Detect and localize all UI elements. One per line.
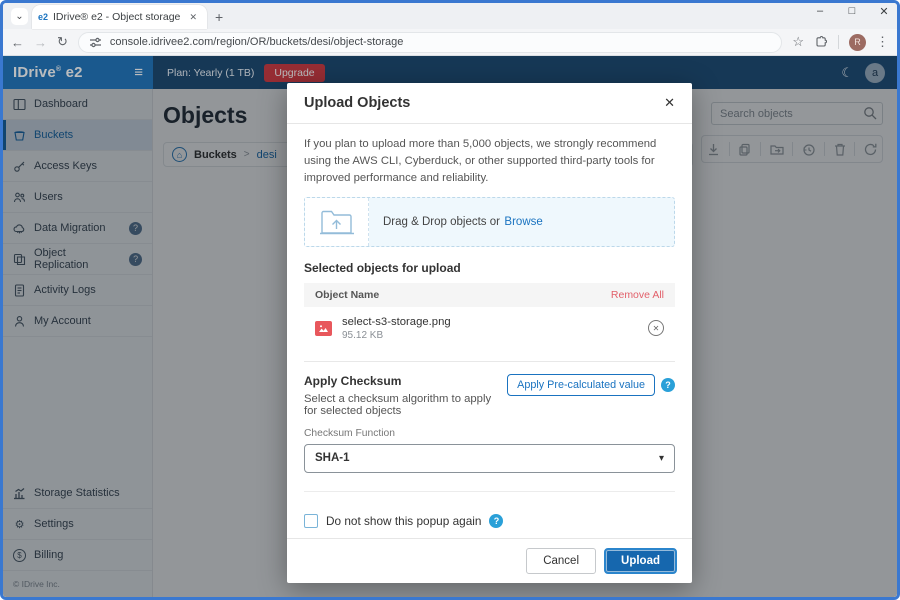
dropzone-text: Drag & Drop objects or bbox=[383, 216, 500, 228]
selected-objects-heading: Selected objects for upload bbox=[304, 261, 675, 275]
dont-show-checkbox[interactable] bbox=[304, 514, 318, 528]
reload-button[interactable]: ↻ bbox=[57, 34, 68, 50]
dropzone-icon-box bbox=[305, 198, 369, 246]
address-bar[interactable]: console.idrivee2.com/region/OR/buckets/d… bbox=[78, 32, 782, 53]
site-settings-icon[interactable] bbox=[89, 36, 102, 49]
upload-button[interactable]: Upload bbox=[604, 548, 677, 574]
caret-down-icon: ▾ bbox=[659, 453, 664, 464]
checksum-function-label: Checksum Function bbox=[304, 428, 675, 439]
divider bbox=[304, 491, 675, 492]
file-table-header: Object Name Remove All bbox=[304, 283, 675, 307]
cancel-button[interactable]: Cancel bbox=[526, 548, 596, 574]
bookmark-star-icon[interactable]: ☆ bbox=[792, 34, 804, 50]
forward-button[interactable]: → bbox=[34, 35, 47, 50]
remove-all-link[interactable]: Remove All bbox=[611, 289, 664, 301]
extensions-icon[interactable] bbox=[814, 35, 828, 49]
divider bbox=[304, 361, 675, 362]
modal-footer: Cancel Upload bbox=[287, 538, 692, 583]
minimize-button[interactable]: – bbox=[813, 5, 827, 18]
back-button[interactable]: ← bbox=[11, 35, 24, 50]
dropzone[interactable]: Drag & Drop objects or Browse bbox=[304, 197, 675, 247]
tab-search-button[interactable]: ⌄ bbox=[11, 8, 28, 25]
apply-checksum-heading: Apply Checksum bbox=[304, 374, 507, 388]
window-controls: – □ ✕ bbox=[813, 5, 891, 18]
url-text: console.idrivee2.com/region/OR/buckets/d… bbox=[110, 36, 403, 48]
checksum-section: Apply Checksum Select a checksum algorit… bbox=[304, 374, 675, 417]
folder-upload-icon bbox=[319, 207, 355, 237]
browser-tab[interactable]: e2 IDrive® e2 - Object storage ✕ bbox=[32, 5, 207, 29]
selected-checksum-value: SHA-1 bbox=[315, 452, 350, 464]
dont-show-label: Do not show this popup again bbox=[326, 514, 481, 528]
tab-title: IDrive® e2 - Object storage bbox=[53, 11, 180, 23]
modal-body: If you plan to upload more than 5,000 ob… bbox=[287, 124, 692, 538]
browse-link[interactable]: Browse bbox=[504, 216, 542, 228]
modal-header: Upload Objects ✕ bbox=[287, 83, 692, 124]
image-file-icon bbox=[315, 321, 332, 336]
file-size: 95.12 KB bbox=[342, 330, 648, 341]
apply-pre-calculated-button[interactable]: Apply Pre-calculated value bbox=[507, 374, 655, 396]
idrive-console: IDrive® e2 ≡ Plan: Yearly (1 TB) Upgrade… bbox=[3, 56, 897, 597]
close-icon[interactable]: ✕ bbox=[664, 95, 675, 111]
browser-toolbar: ← → ↻ console.idrivee2.com/region/OR/buc… bbox=[3, 29, 897, 56]
new-tab-button[interactable]: + bbox=[215, 9, 223, 25]
file-meta: select-s3-storage.png 95.12 KB bbox=[342, 316, 648, 341]
maximize-button[interactable]: □ bbox=[845, 5, 859, 18]
browser-window: ⌄ e2 IDrive® e2 - Object storage ✕ + – □… bbox=[0, 0, 900, 600]
browser-profile-avatar[interactable]: R bbox=[849, 34, 866, 51]
file-row: select-s3-storage.png 95.12 KB ✕ bbox=[304, 307, 675, 353]
browser-menu-icon[interactable]: ⋮ bbox=[876, 34, 889, 50]
chevron-down-icon: ⌄ bbox=[15, 11, 23, 22]
file-name: select-s3-storage.png bbox=[342, 316, 648, 328]
upload-objects-modal: Upload Objects ✕ If you plan to upload m… bbox=[287, 83, 692, 583]
chrome-actions: ☆ R ⋮ bbox=[792, 34, 889, 51]
pre-calc-wrap: Apply Pre-calculated value ? bbox=[507, 374, 675, 396]
help-icon[interactable]: ? bbox=[489, 514, 503, 528]
help-icon[interactable]: ? bbox=[661, 378, 675, 392]
site-favicon: e2 bbox=[38, 12, 48, 22]
checksum-function-select[interactable]: SHA-1 ▾ bbox=[304, 444, 675, 473]
remove-file-icon[interactable]: ✕ bbox=[648, 320, 664, 336]
upload-info-text: If you plan to upload more than 5,000 ob… bbox=[304, 136, 675, 187]
toolbar-divider bbox=[838, 35, 839, 49]
modal-title: Upload Objects bbox=[304, 95, 410, 111]
checksum-subtext: Select a checksum algorithm to apply for… bbox=[304, 393, 507, 417]
dont-show-row: Do not show this popup again ? bbox=[304, 514, 675, 528]
object-name-column-header: Object Name bbox=[315, 289, 379, 301]
tab-strip: ⌄ e2 IDrive® e2 - Object storage ✕ + – □… bbox=[3, 3, 897, 29]
tab-close-icon[interactable]: ✕ bbox=[185, 10, 201, 25]
close-window-button[interactable]: ✕ bbox=[877, 5, 891, 18]
